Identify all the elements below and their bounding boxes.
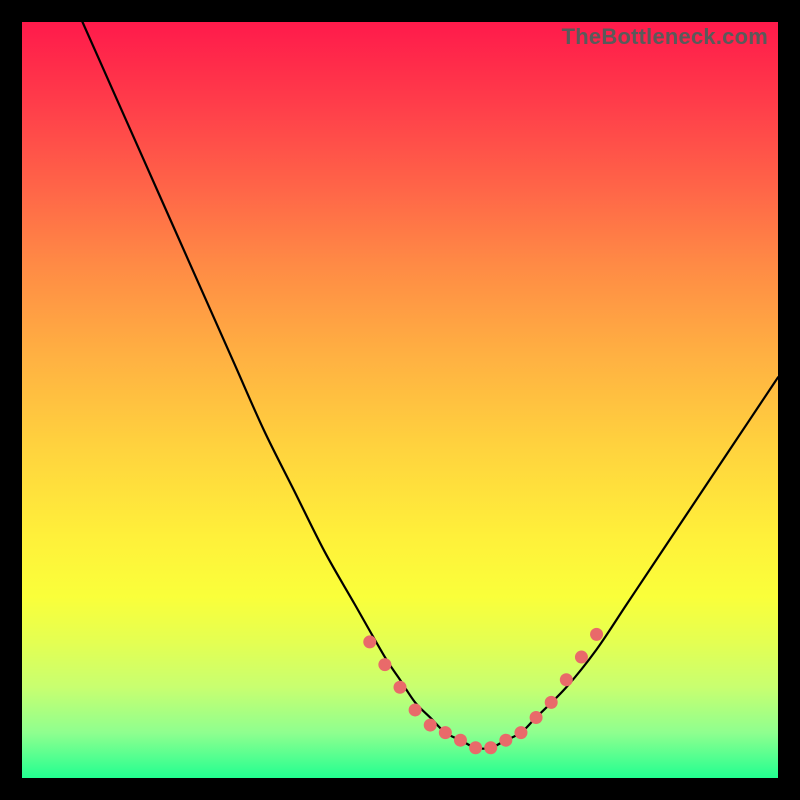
curve-layer bbox=[22, 22, 778, 778]
marker-dot bbox=[590, 628, 603, 641]
marker-dot bbox=[484, 741, 497, 754]
plot-area: TheBottleneck.com bbox=[22, 22, 778, 778]
chart-frame: TheBottleneck.com bbox=[0, 0, 800, 800]
marker-dot bbox=[560, 673, 573, 686]
marker-dot bbox=[469, 741, 482, 754]
marker-dot bbox=[394, 681, 407, 694]
marker-dot bbox=[363, 635, 376, 648]
marker-dots bbox=[363, 628, 603, 754]
marker-dot bbox=[514, 726, 527, 739]
marker-dot bbox=[378, 658, 391, 671]
marker-dot bbox=[499, 734, 512, 747]
marker-dot bbox=[439, 726, 452, 739]
marker-dot bbox=[545, 696, 558, 709]
marker-dot bbox=[575, 651, 588, 664]
marker-dot bbox=[424, 719, 437, 732]
marker-dot bbox=[409, 703, 422, 716]
watermark-text: TheBottleneck.com bbox=[562, 24, 768, 50]
bottleneck-curve bbox=[82, 22, 778, 749]
marker-dot bbox=[530, 711, 543, 724]
marker-dot bbox=[454, 734, 467, 747]
